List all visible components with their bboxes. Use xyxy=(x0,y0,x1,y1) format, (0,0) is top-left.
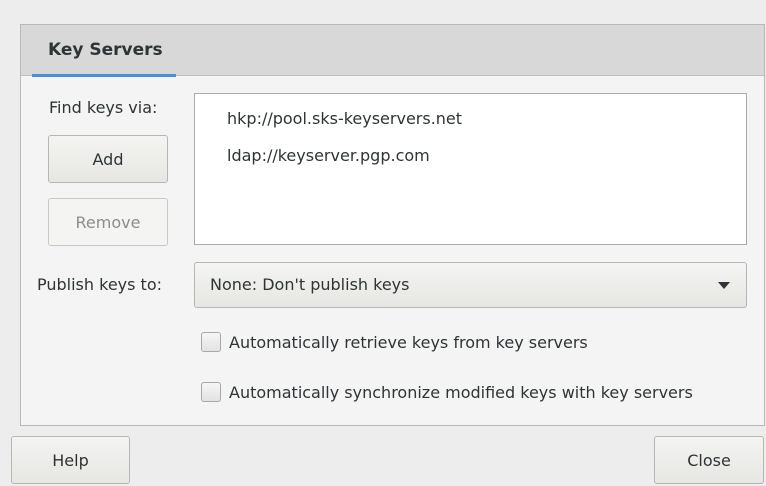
add-button[interactable]: Add xyxy=(48,135,168,183)
tab-label: Key Servers xyxy=(48,40,163,60)
help-button[interactable]: Help xyxy=(11,436,130,484)
remove-button[interactable]: Remove xyxy=(48,198,168,246)
tab-active-indicator xyxy=(32,74,176,77)
find-keys-label: Find keys via: xyxy=(49,98,158,117)
auto-retrieve-checkbox[interactable] xyxy=(201,332,221,352)
list-item[interactable]: hkp://pool.sks-keyservers.net xyxy=(195,100,746,137)
publish-keys-label: Publish keys to: xyxy=(37,275,162,294)
auto-retrieve-label: Automatically retrieve keys from key ser… xyxy=(229,332,588,352)
close-button[interactable]: Close xyxy=(654,436,764,484)
key-server-list[interactable]: hkp://pool.sks-keyservers.net ldap://key… xyxy=(194,93,747,245)
publish-keys-value: None: Don't publish keys xyxy=(210,275,410,294)
list-item[interactable]: ldap://keyserver.pgp.com xyxy=(195,137,746,174)
key-servers-dialog: Key Servers Find keys via: Add Remove hk… xyxy=(0,0,766,486)
auto-sync-checkbox[interactable] xyxy=(201,382,221,402)
auto-sync-option[interactable]: Automatically synchronize modified keys … xyxy=(201,380,693,404)
auto-retrieve-option[interactable]: Automatically retrieve keys from key ser… xyxy=(201,330,588,354)
dropdown-arrow-icon xyxy=(718,282,730,289)
tab-key-servers[interactable]: Key Servers xyxy=(32,25,176,77)
auto-sync-label: Automatically synchronize modified keys … xyxy=(229,382,693,402)
tab-bar: Key Servers xyxy=(21,25,764,77)
publish-keys-dropdown[interactable]: None: Don't publish keys xyxy=(194,262,747,308)
